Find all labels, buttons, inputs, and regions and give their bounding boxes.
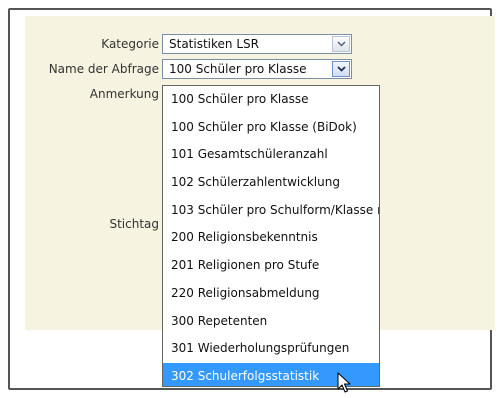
dropdown-option[interactable]: 220 Religionsabmeldung <box>163 280 379 308</box>
chevron-down-icon <box>336 66 346 72</box>
query-name-select[interactable]: 100 Schüler pro Klasse <box>162 59 352 79</box>
category-select-button[interactable] <box>332 36 350 52</box>
date-label: Stichtag <box>109 217 159 231</box>
mouse-pointer-icon <box>337 372 351 393</box>
dropdown-option[interactable]: 201 Religionen pro Stufe <box>163 252 379 280</box>
category-select[interactable]: Statistiken LSR <box>162 34 352 54</box>
dropdown-option[interactable]: 102 Schülerzahlentwicklung <box>163 169 379 197</box>
chevron-down-icon <box>337 41 345 47</box>
dropdown-option[interactable]: 100 Schüler pro Klasse <box>163 86 379 114</box>
dropdown-option[interactable]: 100 Schüler pro Klasse (BiDok) <box>163 114 379 142</box>
query-name-select-button[interactable] <box>332 61 350 77</box>
query-name-label: Name der Abfrage <box>48 62 159 76</box>
dropdown-option[interactable]: 101 Gesamtschüleranzahl <box>163 141 379 169</box>
category-label: Kategorie <box>101 37 159 51</box>
category-select-value: Statistiken LSR <box>169 37 259 51</box>
dropdown-option[interactable]: 200 Religionsbekenntnis <box>163 224 379 252</box>
dropdown-option[interactable]: 103 Schüler pro Schulform/Klasse m/w <box>163 197 379 225</box>
query-dropdown-list[interactable]: 100 Schüler pro Klasse 100 Schüler pro K… <box>162 85 380 387</box>
remark-label: Anmerkung <box>89 87 159 101</box>
dropdown-option[interactable]: 301 Wiederholungsprüfungen <box>163 335 379 363</box>
query-name-select-value: 100 Schüler pro Klasse <box>169 62 307 76</box>
dropdown-option[interactable]: 300 Repetenten <box>163 308 379 336</box>
